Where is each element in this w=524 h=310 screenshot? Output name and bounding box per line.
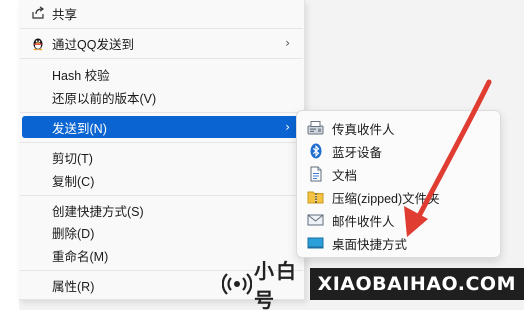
menu-item-cut[interactable]: 剪切(T) (22, 146, 301, 168)
submenu-item-mail[interactable]: 邮件收件人 (302, 209, 495, 231)
zip-folder-icon (307, 189, 324, 205)
submenu-item-zip[interactable]: 压缩(zipped)文件夹 (302, 186, 495, 208)
menu-item-label: 剪切(T) (52, 151, 93, 166)
submenu-item-documents[interactable]: 文档 (302, 163, 495, 185)
desktop-edge (0, 0, 19, 310)
submenu-item-label: 压缩(zipped)文件夹 (332, 191, 440, 206)
submenu-item-label: 文档 (332, 168, 358, 183)
menu-item-label: 重命名(M) (52, 249, 109, 264)
chevron-right-icon: › (285, 36, 290, 50)
menu-separator (20, 112, 303, 113)
menu-item-hash[interactable]: Hash 校验 (22, 63, 301, 85)
menu-item-label: 发送到(N) (52, 121, 107, 136)
share-icon (30, 5, 46, 21)
menu-item-restore[interactable]: 还原以前的版本(V) (22, 86, 301, 108)
submenu-item-desktop[interactable]: 桌面快捷方式 (302, 232, 495, 254)
menu-separator (20, 142, 303, 143)
menu-item-label: 删除(D) (52, 226, 95, 241)
menu-separator (20, 58, 303, 59)
watermark: 小白号 XIAOBAIHAO.COM (222, 258, 524, 310)
menu-item-send-to[interactable]: 发送到(N) › (22, 116, 301, 138)
mail-icon (307, 212, 324, 228)
menu-item-delete[interactable]: 删除(D) (22, 221, 301, 243)
menu-item-copy[interactable]: 复制(C) (22, 169, 301, 191)
fax-icon (307, 120, 324, 136)
desktop-icon (307, 235, 324, 251)
menu-item-qq-send[interactable]: 通过QQ发送到 › (22, 32, 301, 54)
chevron-right-icon: › (285, 120, 290, 134)
watermark-brand-cn: 小白号 (254, 259, 298, 310)
menu-separator (20, 195, 303, 196)
submenu-item-label: 传真收件人 (332, 122, 395, 137)
submenu-item-fax[interactable]: 传真收件人 (302, 117, 495, 139)
menu-item-label: 创建快捷方式(S) (52, 204, 144, 219)
menu-item-label: 共享 (52, 7, 78, 22)
qq-penguin-icon (30, 35, 46, 51)
menu-item-create-shortcut[interactable]: 创建快捷方式(S) (22, 199, 301, 221)
menu-item-label: Hash 校验 (52, 68, 110, 83)
broadcast-icon (222, 269, 252, 299)
document-icon (307, 166, 324, 182)
submenu-item-label: 邮件收件人 (332, 214, 395, 229)
menu-separator (20, 28, 303, 29)
submenu-item-bluetooth[interactable]: 蓝牙设备 (302, 140, 495, 162)
bluetooth-icon (307, 143, 324, 159)
watermark-brand-en: XIAOBAIHAO.COM (309, 268, 524, 300)
menu-item-label: 还原以前的版本(V) (52, 91, 157, 106)
menu-item-share[interactable]: 共享 (22, 2, 301, 24)
send-to-submenu: 传真收件人 蓝牙设备 文档 压缩(zipped)文件夹 邮件收件人 桌面快捷方式 (296, 110, 501, 258)
submenu-item-label: 桌面快捷方式 (332, 237, 408, 252)
menu-item-label: 属性(R) (52, 279, 95, 294)
submenu-item-label: 蓝牙设备 (332, 145, 383, 160)
menu-item-label: 复制(C) (52, 174, 95, 189)
menu-item-label: 通过QQ发送到 (52, 37, 134, 52)
